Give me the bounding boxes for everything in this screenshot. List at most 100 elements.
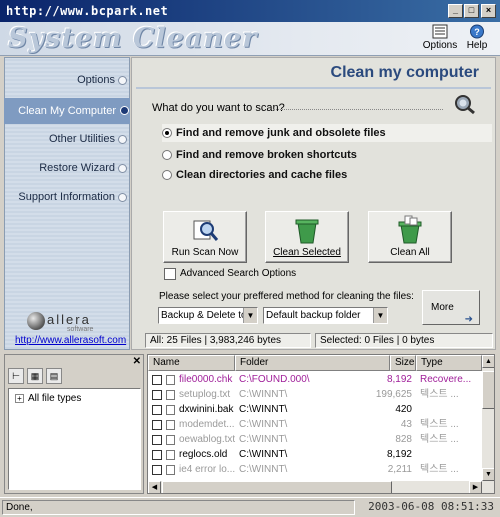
grid-view-icon[interactable]: ▦	[27, 368, 43, 384]
question-divider	[273, 109, 443, 110]
website-link[interactable]: http://www.allerasoft.com	[15, 335, 126, 346]
cell-name: oewablog.txt	[179, 434, 235, 445]
status-bar: Done, 2003-06-08 08:51:33	[0, 497, 500, 517]
column-header-folder[interactable]: Folder	[235, 355, 390, 371]
selected-files-status: Selected: 0 Files | 0 bytes	[315, 333, 493, 348]
options-icon	[432, 24, 448, 39]
magnifier-icon	[455, 95, 475, 115]
cell-name: dxwinini.bak	[179, 404, 234, 415]
cell-size: 8,192	[386, 449, 412, 460]
nav-item-options[interactable]: Options	[0, 74, 127, 86]
close-button[interactable]: ×	[481, 4, 496, 18]
nav-item-support-information[interactable]: Support Information	[0, 191, 127, 203]
allera-logo: allera software	[25, 310, 115, 338]
list-header: Name Folder Size Type	[148, 355, 482, 371]
title-bar: http://www.bcpark.net _ □ ×	[0, 0, 500, 22]
scroll-down-icon[interactable]: ▼	[482, 468, 494, 481]
bin-full-icon	[398, 215, 422, 244]
scan-icon	[193, 220, 219, 241]
file-icon	[166, 405, 175, 415]
tree-view-icon[interactable]: ⊢	[8, 368, 24, 384]
title-divider	[136, 87, 491, 89]
more-label: More	[431, 302, 454, 313]
option-junk-files[interactable]: Find and remove junk and obsolete files	[162, 124, 492, 142]
column-header-type[interactable]: Type	[416, 355, 482, 371]
radio-dot-icon	[118, 193, 127, 202]
clean-all-button[interactable]: Clean All	[368, 211, 452, 263]
file-icon	[166, 375, 175, 385]
tree-node-all-file-types[interactable]: + All file types	[15, 393, 81, 404]
nav-item-label: Other Utilities	[48, 133, 115, 145]
run-scan-button[interactable]: Run Scan Now	[163, 211, 247, 263]
option-label: Find and remove broken shortcuts	[176, 149, 357, 161]
expand-icon[interactable]: +	[15, 393, 24, 403]
nav-item-clean-my-computer[interactable]: Clean My Computer	[4, 98, 130, 124]
scroll-thumb[interactable]	[162, 481, 392, 493]
page-title: Clean my computer	[330, 64, 479, 81]
cell-size: 43	[400, 419, 412, 430]
row-checkbox[interactable]	[152, 465, 162, 475]
chevron-down-icon: ▼	[373, 308, 387, 323]
column-header-name[interactable]: Name	[148, 355, 235, 371]
cell-type: 텍스트 ...	[420, 389, 459, 400]
method-select[interactable]: Backup & Delete to ▼	[158, 307, 258, 324]
method-select-value: Backup & Delete to	[161, 310, 247, 321]
nav-item-restore-wizard[interactable]: Restore Wizard	[0, 162, 127, 174]
main-panel: Clean my computer What do you want to sc…	[131, 57, 496, 350]
app-logo: System Cleaner	[8, 23, 258, 54]
scroll-right-icon[interactable]: ▶	[469, 481, 482, 493]
column-header-size[interactable]: Size	[390, 355, 416, 371]
row-checkbox[interactable]	[152, 405, 162, 415]
table-row[interactable]: file0000.chk C:\FOUND.000\ 8,192 Recovere..…	[148, 373, 482, 387]
cell-name: modemdet....	[179, 419, 235, 430]
horizontal-scrollbar[interactable]: ◀ ▶	[148, 481, 482, 493]
table-row[interactable]: oewablog.txt C:\WINNT\ 828 텍스트 ...	[148, 433, 482, 447]
cell-type: 텍스트 ...	[420, 434, 459, 445]
method-label: Please select your preffered method for …	[159, 291, 414, 302]
cell-size: 8,192	[386, 374, 412, 385]
row-checkbox[interactable]	[152, 390, 162, 400]
cell-name: file0000.chk	[179, 374, 233, 385]
vertical-scrollbar[interactable]: ▲ ▼	[482, 355, 494, 493]
minimize-button[interactable]: _	[448, 4, 463, 18]
help-label: Help	[466, 40, 488, 51]
help-button[interactable]: ? Help	[458, 24, 496, 54]
table-row[interactable]: setuplog.txt C:\WINNT\ 199,625 텍스트 ...	[148, 388, 482, 402]
table-row[interactable]: reglocs.old C:\WINNT\ 8,192	[148, 448, 482, 462]
advanced-options-checkbox[interactable]	[164, 268, 176, 280]
nav-item-label: Restore Wizard	[39, 162, 115, 174]
file-list: Name Folder Size Type file0000.chk C:\FOU…	[147, 354, 495, 494]
option-label: Clean directories and cache files	[176, 169, 348, 181]
more-button[interactable]: More ➜	[422, 290, 480, 325]
scroll-up-icon[interactable]: ▲	[482, 355, 494, 368]
radio-dot-icon	[118, 164, 127, 173]
row-checkbox[interactable]	[152, 450, 162, 460]
cell-size: 828	[395, 434, 412, 445]
folder-select[interactable]: Default backup folder ▼	[263, 307, 388, 324]
option-clean-directories[interactable]: Clean directories and cache files	[162, 166, 492, 184]
advanced-options-label: Advanced Search Options	[180, 268, 297, 279]
row-checkbox[interactable]	[152, 435, 162, 445]
cell-name: setuplog.txt	[179, 389, 231, 400]
table-row[interactable]: modemdet.... C:\WINNT\ 43 텍스트 ...	[148, 418, 482, 432]
run-scan-label: Run Scan Now	[171, 247, 239, 258]
cell-size: 420	[395, 404, 412, 415]
table-row[interactable]: ie4 error lo... C:\WINNT\ 2,211 텍스트 ...	[148, 463, 482, 477]
row-checkbox[interactable]	[152, 375, 162, 385]
options-button[interactable]: Options	[421, 24, 459, 54]
cell-type: 텍스트 ...	[420, 419, 459, 430]
table-row[interactable]: dxwinini.bak C:\WINNT\ 420	[148, 403, 482, 417]
cell-size: 199,625	[375, 389, 412, 400]
list-view-icon[interactable]: ▤	[46, 368, 62, 384]
close-icon[interactable]: ✕	[133, 356, 141, 367]
option-broken-shortcuts[interactable]: Find and remove broken shortcuts	[162, 146, 492, 164]
nav-item-other-utilities[interactable]: Other Utilities	[0, 133, 127, 145]
allera-ball-icon	[27, 312, 45, 330]
cell-type: 텍스트 ...	[420, 464, 459, 475]
scroll-thumb[interactable]	[482, 371, 494, 409]
cell-name: ie4 error lo...	[179, 464, 235, 475]
scroll-left-icon[interactable]: ◀	[148, 481, 161, 493]
row-checkbox[interactable]	[152, 420, 162, 430]
clean-selected-button[interactable]: Clean Selected	[265, 211, 349, 263]
maximize-button[interactable]: □	[464, 4, 479, 18]
